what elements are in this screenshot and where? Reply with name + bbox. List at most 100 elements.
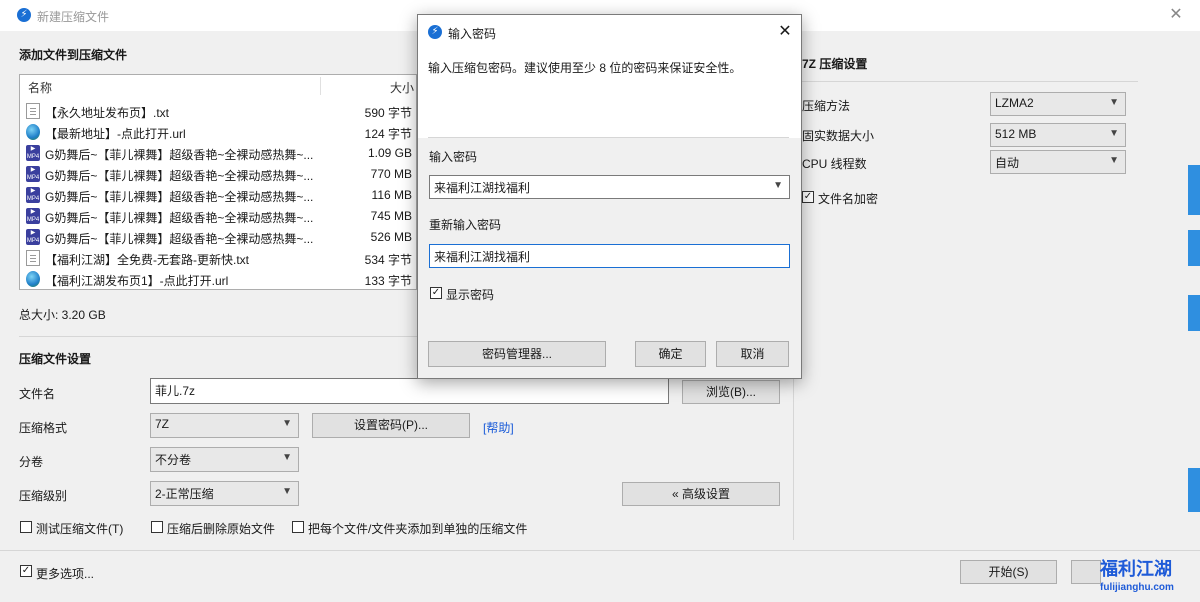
file-row[interactable]: 【永久地址发布页】.txt 590 字节 <box>20 101 416 122</box>
url-file-icon <box>26 124 40 140</box>
file-name: G奶舞后~【菲儿裸舞】超级香艳~全裸动感热舞~... <box>45 232 314 246</box>
cancel-button-partial[interactable] <box>1071 560 1101 584</box>
password-manager-button[interactable]: 密码管理器... <box>428 341 606 367</box>
mp4-file-icon: ▶ MP4 <box>26 187 40 203</box>
window-title: 新建压缩文件 <box>37 10 110 24</box>
level-value: 2-正常压缩 <box>155 487 214 501</box>
ok-button[interactable]: 确定 <box>635 341 706 367</box>
site-watermark: 福利江湖 fulijianghu.com <box>1098 555 1198 600</box>
file-row[interactable]: ▶ MP4 G奶舞后~【菲儿裸舞】超级香艳~全裸动感热舞~... 1.09 GB <box>20 143 416 164</box>
file-row[interactable]: ▶ MP4 G奶舞后~【菲儿裸舞】超级香艳~全裸动感热舞~... 745 MB <box>20 206 416 227</box>
filename-input[interactable]: 菲儿.7z <box>150 378 669 404</box>
chevron-down-icon: ▼ <box>1109 128 1119 139</box>
window-close-button[interactable]: ✕ <box>1164 4 1188 26</box>
file-size: 745 MB <box>370 209 412 223</box>
cancel-button[interactable]: 取消 <box>716 341 789 367</box>
dialog-title: 输入密码 <box>448 27 497 41</box>
dialog-instruction-area: 输入压缩包密码。建议使用至少 8 位的密码来保证安全性。 <box>418 48 801 138</box>
file-row[interactable]: ▶ MP4 G奶舞后~【菲儿裸舞】超级香艳~全裸动感热舞~... 116 MB <box>20 185 416 206</box>
mp4-file-icon: ▶ MP4 <box>26 166 40 182</box>
more-options-checkbox[interactable]: ✓ <box>20 565 32 577</box>
file-name: 【永久地址发布页】.txt <box>45 106 170 120</box>
file-row[interactable]: 【最新地址】-点此打开.url 124 字节 <box>20 122 416 143</box>
watermark-text: 福利江湖 <box>1100 559 1172 579</box>
browse-button[interactable]: 浏览(B)... <box>682 380 780 404</box>
side-tab <box>1188 295 1200 331</box>
file-name: G奶舞后~【菲儿裸舞】超级香艳~全裸动感热舞~... <box>45 148 314 162</box>
total-size: 总大小: 3.20 GB <box>19 308 106 322</box>
file-name: G奶舞后~【菲儿裸舞】超级香艳~全裸动感热舞~... <box>45 169 314 183</box>
file-name: 【福利江湖发布页1】-点此打开.url <box>45 274 229 288</box>
column-divider <box>320 77 321 95</box>
file-size: 116 MB <box>371 188 412 202</box>
method-label: 压缩方法 <box>802 99 851 113</box>
file-name: 【福利江湖】全免费-无套路-更新快.txt <box>45 253 249 267</box>
chevron-down-icon: ▼ <box>1109 97 1119 108</box>
show-password-checkbox[interactable]: ✓ <box>430 287 442 299</box>
level-select[interactable]: 2-正常压缩 ▼ <box>150 481 299 506</box>
chevron-down-icon: ▼ <box>282 486 292 497</box>
column-name-header[interactable]: 名称 <box>28 79 52 96</box>
side-tab <box>1188 165 1200 215</box>
side-tab <box>1188 468 1200 512</box>
delete-original-label[interactable]: 压缩后删除原始文件 <box>167 520 275 537</box>
solid-size-label: 固实数据大小 <box>802 129 875 143</box>
settings-heading: 压缩文件设置 <box>19 352 92 366</box>
start-button[interactable]: 开始(S) <box>960 560 1057 584</box>
format-select[interactable]: 7Z ▼ <box>150 413 299 438</box>
filename-label: 文件名 <box>19 387 56 401</box>
delete-original-checkbox[interactable] <box>151 521 163 533</box>
file-size: 133 字节 <box>364 274 412 288</box>
mp4-file-icon: ▶ MP4 <box>26 208 40 224</box>
watermark-url: fulijianghu.com <box>1100 582 1174 593</box>
mp4-file-icon: ▶ MP4 <box>26 145 40 161</box>
column-size-header[interactable]: 大小 <box>390 79 414 96</box>
encrypt-filenames-checkbox[interactable]: ✓ <box>802 191 814 203</box>
test-archive-label[interactable]: 测试压缩文件(T) <box>36 520 123 537</box>
method-select[interactable]: LZMA2 ▼ <box>990 92 1126 116</box>
separate-archives-checkbox[interactable] <box>292 521 304 533</box>
file-row[interactable]: ▶ MP4 G奶舞后~【菲儿裸舞】超级香艳~全裸动感热舞~... 770 MB <box>20 164 416 185</box>
help-link[interactable]: [帮助] <box>483 419 514 436</box>
side-tab <box>1188 230 1200 266</box>
format-label: 压缩格式 <box>19 421 68 435</box>
file-list[interactable]: 名称 大小 【永久地址发布页】.txt 590 字节 【最新地址】-点此打开.u… <box>19 74 417 290</box>
set-password-button[interactable]: 设置密码(P)... <box>312 413 470 438</box>
password-label: 输入密码 <box>429 150 478 164</box>
file-size: 526 MB <box>370 230 412 244</box>
txt-file-icon <box>26 103 40 119</box>
txt-file-icon <box>26 250 40 266</box>
split-select[interactable]: 不分卷 ▼ <box>150 447 299 472</box>
level-label: 压缩级别 <box>19 489 68 503</box>
separate-archives-label[interactable]: 把每个文件/文件夹添加到单独的压缩文件 <box>308 520 527 537</box>
format-value: 7Z <box>155 417 170 431</box>
password-input[interactable]: 来福利江湖找福利 ▼ <box>429 175 790 199</box>
split-label: 分卷 <box>19 455 44 469</box>
split-value: 不分卷 <box>155 453 192 467</box>
divider <box>0 550 1200 551</box>
url-file-icon <box>26 271 40 287</box>
show-password-label[interactable]: 显示密码 <box>446 286 494 303</box>
test-archive-checkbox[interactable] <box>20 521 32 533</box>
7z-settings-heading: 7Z 压缩设置 <box>802 57 868 71</box>
password-dialog: ⚡ 输入密码 ✕ 输入压缩包密码。建议使用至少 8 位的密码来保证安全性。 输入… <box>417 14 802 379</box>
encrypt-filenames-label[interactable]: 文件名加密 <box>818 190 878 207</box>
file-row[interactable]: ▶ MP4 G奶舞后~【菲儿裸舞】超级香艳~全裸动感热舞~... 526 MB <box>20 227 416 248</box>
threads-label: CPU 线程数 <box>802 157 867 171</box>
dialog-instruction: 输入压缩包密码。建议使用至少 8 位的密码来保证安全性。 <box>428 61 742 75</box>
mp4-file-icon: ▶ MP4 <box>26 229 40 245</box>
solid-size-value: 512 MB <box>995 127 1037 141</box>
repeat-password-input[interactable]: 来福利江湖找福利 <box>429 244 790 268</box>
file-row[interactable]: 【福利江湖】全免费-无套路-更新快.txt 534 字节 <box>20 248 416 269</box>
file-row[interactable]: 【福利江湖发布页1】-点此打开.url 133 字节 <box>20 269 416 289</box>
solid-size-select[interactable]: 512 MB ▼ <box>990 123 1126 147</box>
file-size: 1.09 GB <box>367 146 412 160</box>
password-value: 来福利江湖找福利 <box>434 181 531 195</box>
advanced-settings-button[interactable]: « 高级设置 <box>622 482 780 506</box>
chevron-down-icon: ▼ <box>1109 155 1119 166</box>
file-size: 534 字节 <box>364 253 412 267</box>
dialog-close-button[interactable]: ✕ <box>773 21 797 43</box>
threads-select[interactable]: 自动 ▼ <box>990 150 1126 174</box>
more-options-label[interactable]: 更多选项... <box>36 565 94 582</box>
dialog-titlebar: ⚡ 输入密码 ✕ <box>418 15 801 48</box>
